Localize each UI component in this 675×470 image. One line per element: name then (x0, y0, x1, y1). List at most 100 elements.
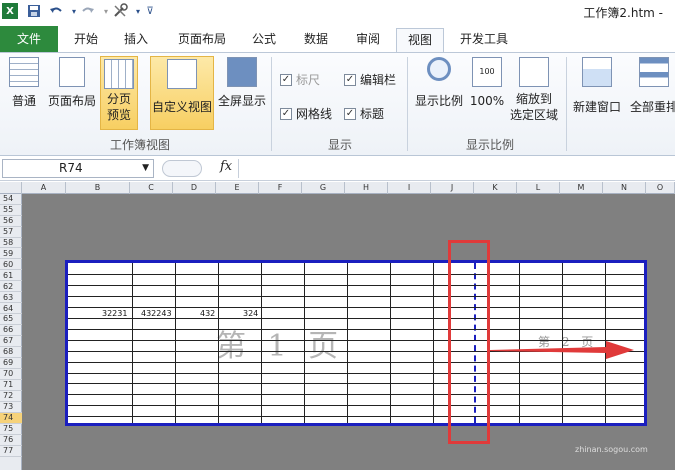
group-separator (566, 57, 567, 151)
column-header-i[interactable]: I (388, 182, 431, 194)
new-window-icon (582, 57, 612, 87)
row-header-74[interactable]: 74 (0, 413, 22, 424)
column-header-n[interactable]: N (603, 182, 646, 194)
zoom-100-icon: 100 (472, 57, 502, 87)
row-header-61[interactable]: 61 (0, 271, 22, 282)
cell-c64[interactable]: 432243 (141, 309, 172, 318)
row-header-77[interactable]: 77 (0, 446, 22, 457)
column-header-l[interactable]: L (517, 182, 560, 194)
column-header-j[interactable]: J (431, 182, 474, 194)
column-header-g[interactable]: G (302, 182, 345, 194)
tab-review[interactable]: 审阅 (348, 28, 388, 52)
insert-function-icon[interactable]: fx (220, 159, 232, 174)
save-icon[interactable] (26, 3, 42, 19)
tab-page-layout[interactable]: 页面布局 (170, 28, 234, 52)
row-header-69[interactable]: 69 (0, 358, 22, 369)
column-header-b[interactable]: B (66, 182, 130, 194)
row-header-54[interactable]: 54 (0, 194, 22, 205)
cell-d64[interactable]: 432 (200, 309, 215, 318)
page-break-preview-icon (104, 59, 134, 89)
gridlines-checkbox[interactable]: ✓ 网格线 (280, 105, 332, 122)
full-screen-button[interactable]: 全屏显示 (216, 57, 268, 109)
tab-developer[interactable]: 开发工具 (452, 28, 516, 52)
column-header-d[interactable]: D (173, 182, 216, 194)
row-header-59[interactable]: 59 (0, 249, 22, 260)
cell-b64[interactable]: 32231 (102, 309, 127, 318)
column-header-h[interactable]: H (345, 182, 388, 194)
ruler-checkbox[interactable]: ✓ 标尺 (280, 71, 320, 88)
row-header-68[interactable]: 68 (0, 347, 22, 358)
row-headers: 54 55 56 57 58 59 60 61 62 63 64 65 66 67 68 69 70 71 72 73… (0, 194, 22, 470)
grid-row-line (68, 405, 644, 407)
row-header-60[interactable]: 60 (0, 260, 22, 271)
document-title: 工作簿2.htm - (583, 6, 663, 20)
page-break-preview-button[interactable]: 分页 预览 (100, 56, 138, 130)
row-header-63[interactable]: 63 (0, 293, 22, 304)
group-separator (271, 57, 272, 151)
column-header-f[interactable]: F (259, 182, 302, 194)
formula-input[interactable] (238, 159, 675, 178)
row-header-62[interactable]: 62 (0, 282, 22, 293)
column-header-a[interactable]: A (22, 182, 66, 194)
column-header-c[interactable]: C (130, 182, 173, 194)
customize-toolbar-icon[interactable]: ⊽ (142, 3, 158, 19)
row-header-75[interactable]: 75 (0, 424, 22, 435)
row-header-76[interactable]: 76 (0, 435, 22, 446)
magnifier-icon (427, 57, 451, 81)
grid-row-line (68, 273, 644, 275)
normal-view-button[interactable]: 普通 (4, 57, 44, 109)
row-header-55[interactable]: 55 (0, 205, 22, 216)
row-header-66[interactable]: 66 (0, 325, 22, 337)
grid-row-line (68, 372, 644, 374)
name-box[interactable]: R74 ▼ (2, 159, 154, 178)
page-layout-view-button[interactable]: 页面布局 (46, 57, 98, 109)
column-header-o[interactable]: O (646, 182, 675, 194)
page-1-label: 第 1 页 (216, 329, 345, 364)
column-header-e[interactable]: E (216, 182, 259, 194)
grid-row-line (68, 383, 644, 385)
zoom-button[interactable]: 显示比例 (412, 57, 466, 109)
cell-e64[interactable]: 324 (243, 309, 258, 318)
checkbox-formula-bar-box: ✓ (344, 73, 356, 86)
new-window-button[interactable]: 新建窗口 (570, 57, 624, 115)
formula-bar-checkbox[interactable]: ✓ 编辑栏 (344, 71, 396, 88)
column-headers: A B C D E F G H I J K L M N O (0, 182, 675, 194)
row-header-57[interactable]: 57 (0, 227, 22, 238)
tab-home[interactable]: 开始 (66, 28, 106, 52)
highlight-rectangle (448, 240, 490, 444)
worksheet-grid[interactable]: A B C D E F G H I J K L M N O 54 55 56 57 58… (0, 182, 675, 470)
group-separator (407, 57, 408, 151)
tab-view[interactable]: 视图 (396, 28, 444, 53)
page-layout-icon (59, 57, 85, 87)
headings-checkbox[interactable]: ✓ 标题 (344, 105, 384, 122)
row-header-67[interactable]: 67 (0, 336, 22, 348)
row-header-58[interactable]: 58 (0, 238, 22, 249)
select-all-corner[interactable] (0, 182, 22, 194)
undo-icon[interactable] (48, 3, 64, 19)
row-header-70[interactable]: 70 (0, 369, 22, 380)
row-header-73[interactable]: 73 (0, 402, 22, 413)
grid-column-line (304, 263, 305, 423)
name-box-dropdown-icon[interactable]: ▼ (142, 160, 149, 177)
tab-file[interactable]: 文件 (0, 26, 58, 52)
formula-expand-handle[interactable] (162, 160, 202, 177)
custom-views-icon (167, 59, 197, 89)
row-header-71[interactable]: 71 (0, 380, 22, 391)
tab-insert[interactable]: 插入 (116, 28, 156, 52)
tab-formulas[interactable]: 公式 (244, 28, 284, 52)
custom-views-button[interactable]: 自定义视图 (150, 56, 214, 130)
zoom-100-button[interactable]: 100 100% (468, 57, 506, 109)
tab-data[interactable]: 数据 (296, 28, 336, 52)
normal-view-icon (9, 57, 39, 87)
column-header-k[interactable]: K (474, 182, 517, 194)
tools-icon[interactable] (112, 3, 128, 19)
row-header-64[interactable]: 64 (0, 304, 22, 315)
redo-icon[interactable] (80, 3, 96, 19)
column-header-m[interactable]: M (560, 182, 603, 194)
excel-logo-icon[interactable]: X (2, 3, 18, 19)
row-header-56[interactable]: 56 (0, 216, 22, 227)
row-header-72[interactable]: 72 (0, 391, 22, 402)
zoom-to-selection-button[interactable]: 缩放到 选定区域 (508, 57, 560, 123)
row-header-65[interactable]: 65 (0, 314, 22, 326)
arrange-all-button[interactable]: 全部重排 (626, 57, 675, 115)
